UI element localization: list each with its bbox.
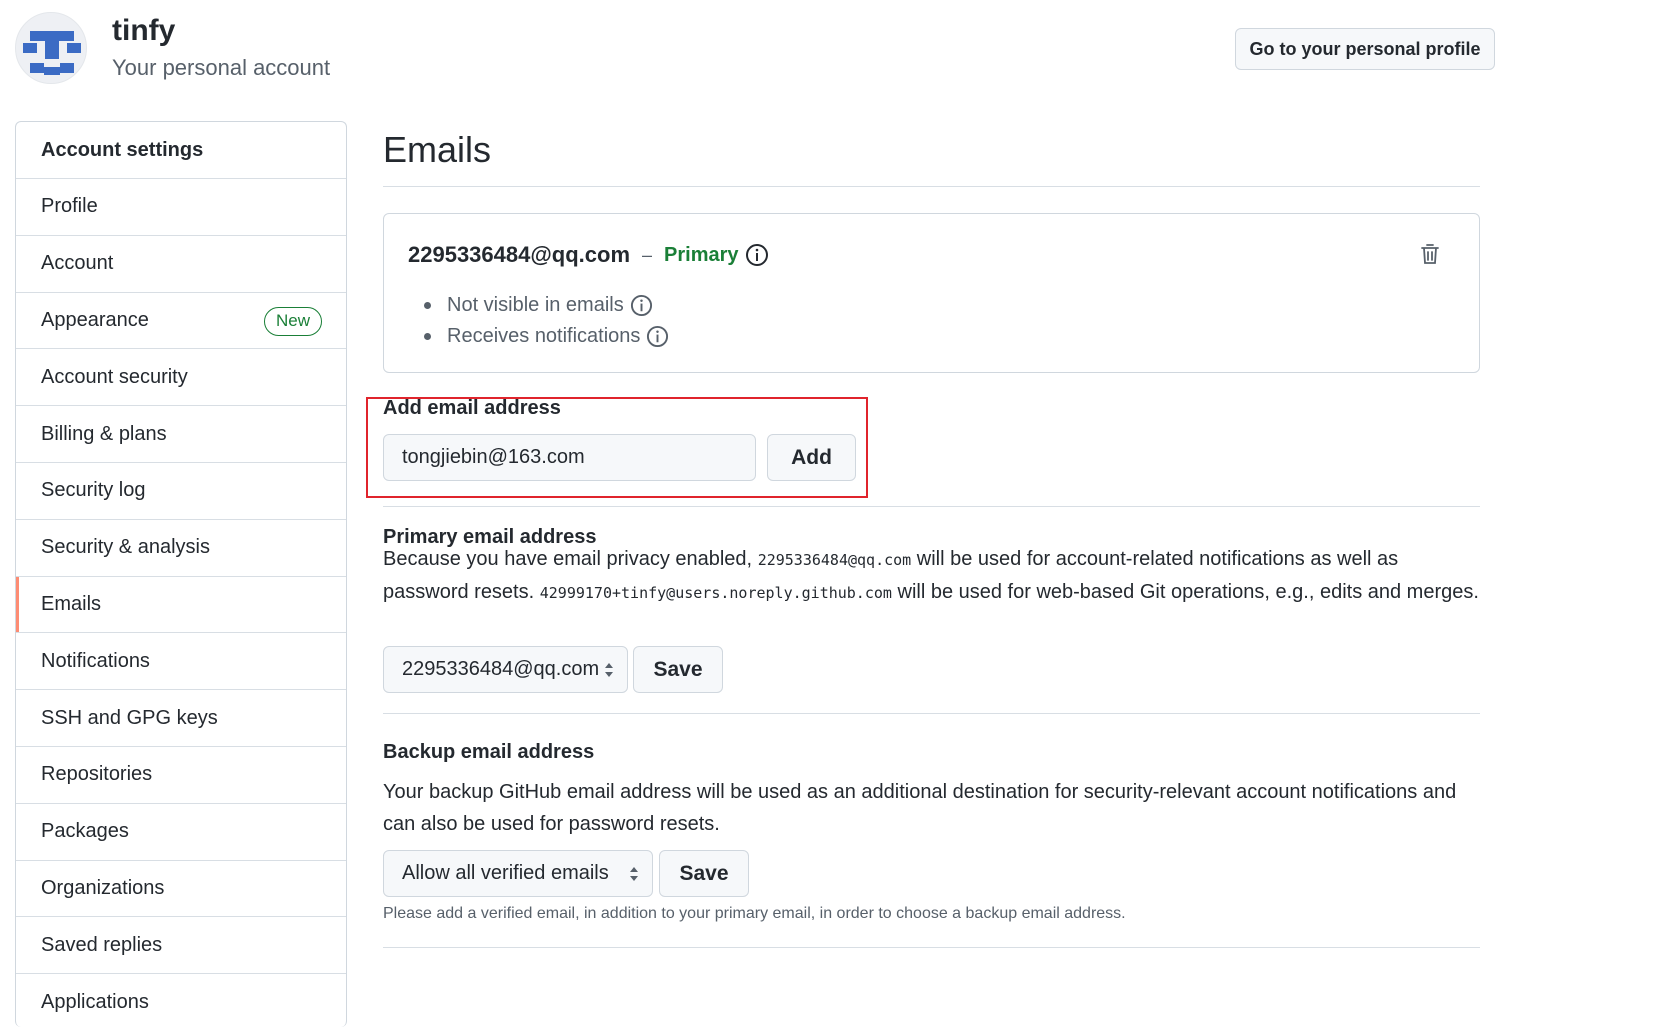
email-address: 2295336484@qq.com — [408, 242, 631, 267]
sidebar-item-label: Account — [41, 252, 114, 275]
sidebar-item-billing[interactable]: Billing & plans — [16, 406, 346, 463]
sidebar-item-saved-replies[interactable]: Saved replies — [16, 917, 346, 975]
sidebar-item-label: Saved replies — [41, 933, 163, 956]
email-properties: Not visible in emails Receives notificat… — [424, 290, 669, 352]
sidebar-item-label: Notifications — [41, 649, 150, 672]
settings-sidebar: Account settings Profile Account Appeara… — [15, 121, 347, 1027]
sidebar-item-label: Organizations — [41, 876, 165, 899]
backup-email-select[interactable]: Allow all verified emails — [383, 850, 653, 897]
select-value: Allow all verified emails — [402, 862, 609, 884]
sidebar-item-emails[interactable]: Emails — [16, 576, 346, 634]
info-icon[interactable] — [630, 294, 653, 317]
sidebar-item-notifications[interactable]: Notifications — [16, 633, 346, 691]
backup-email-note: Please add a verified email, in addition… — [383, 905, 1126, 922]
sidebar-item-label: Profile — [41, 195, 98, 218]
account-name[interactable]: tinfy — [112, 14, 175, 48]
select-value: 2295336484@qq.com — [402, 658, 600, 680]
list-item: Receives notifications — [424, 321, 669, 352]
add-email-input[interactable]: tongjiebin@163.com — [383, 434, 756, 481]
primary-email-code: 2295336484@qq.com — [757, 551, 912, 569]
sidebar-item-label: Security log — [41, 479, 146, 502]
sidebar-item-label: Account security — [41, 365, 188, 388]
list-item: Not visible in emails — [424, 290, 669, 321]
sidebar-item-security-analysis[interactable]: Security & analysis — [16, 520, 346, 577]
sidebar-item-label: Appearance — [41, 308, 149, 331]
select-arrows-icon — [628, 864, 640, 890]
account-subtitle: Your personal account — [112, 55, 331, 80]
sidebar-item-ssh-gpg-keys[interactable]: SSH and GPG keys — [16, 690, 346, 747]
sidebar-item-security-log[interactable]: Security log — [16, 463, 346, 520]
sidebar-item-label: Applications — [41, 990, 149, 1013]
divider — [383, 186, 1480, 187]
go-to-profile-button[interactable]: Go to your personal profile — [1235, 28, 1495, 70]
sidebar-item-account-security[interactable]: Account security — [16, 349, 346, 407]
trash-icon[interactable] — [1419, 242, 1441, 271]
page-title: Emails — [383, 129, 492, 170]
sidebar-item-label: Emails — [41, 592, 102, 615]
save-backup-email-button[interactable]: Save — [659, 850, 749, 897]
sidebar-item-applications[interactable]: Applications — [16, 974, 346, 1027]
new-badge: New — [263, 306, 322, 336]
divider — [383, 506, 1480, 507]
avatar[interactable] — [15, 12, 87, 84]
sidebar-item-label: SSH and GPG keys — [41, 706, 218, 729]
description-text: Because you have email privacy enabled, — [383, 548, 753, 570]
select-arrows-icon — [603, 660, 615, 686]
email-card: 2295336484@qq.com – Primary Not visible … — [383, 213, 1480, 373]
noreply-email-code: 42999170+tinfy@users.noreply.github.com — [539, 584, 892, 602]
sidebar-item-repositories[interactable]: Repositories — [16, 747, 346, 804]
sidebar-item-label: Repositories — [41, 763, 153, 786]
sidebar-item-label: Billing & plans — [41, 422, 167, 445]
primary-email-description: Because you have email privacy enabled, … — [383, 543, 1480, 609]
separator: – — [642, 244, 653, 265]
save-primary-email-button[interactable]: Save — [633, 646, 723, 693]
sidebar-item-profile[interactable]: Profile — [16, 179, 346, 236]
add-email-label: Add email address — [383, 397, 561, 419]
primary-email-select[interactable]: 2295336484@qq.com — [383, 646, 628, 693]
backup-email-title: Backup email address — [383, 741, 595, 763]
sidebar-item-packages[interactable]: Packages — [16, 804, 346, 861]
info-icon[interactable] — [745, 243, 769, 267]
sidebar-item-organizations[interactable]: Organizations — [16, 861, 346, 918]
divider — [383, 947, 1480, 948]
bullet-label: Not visible in emails — [447, 294, 624, 316]
page-header: tinfy Your personal account Go to your p… — [15, 12, 1495, 86]
backup-email-description: Your backup GitHub email address will be… — [383, 781, 1457, 835]
info-icon[interactable] — [646, 325, 669, 348]
sidebar-item-label: Security & analysis — [41, 536, 210, 559]
sidebar-heading: Account settings — [16, 122, 346, 179]
bullet-label: Receives notifications — [447, 325, 641, 347]
sidebar-item-account[interactable]: Account — [16, 236, 346, 293]
description-text: will be used for web-based Git operation… — [897, 581, 1479, 603]
sidebar-item-appearance[interactable]: Appearance New — [16, 293, 346, 350]
sidebar-item-label: Packages — [41, 820, 129, 843]
primary-label: Primary — [664, 243, 739, 266]
identicon-icon — [23, 31, 81, 75]
add-email-button[interactable]: Add — [767, 434, 856, 481]
divider — [383, 713, 1480, 714]
